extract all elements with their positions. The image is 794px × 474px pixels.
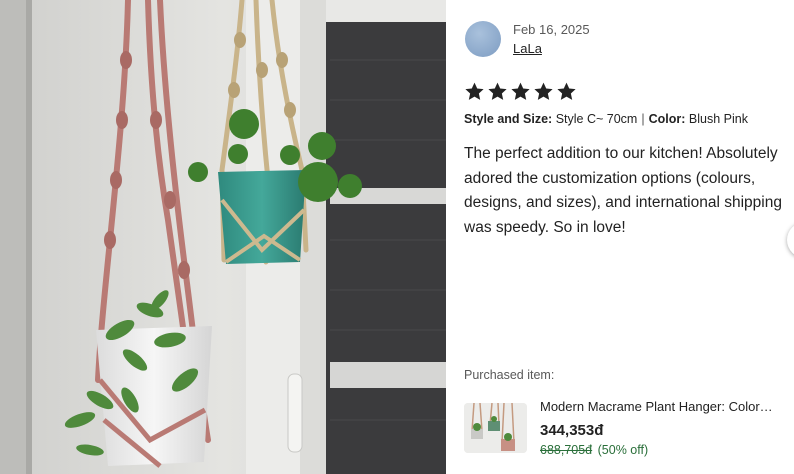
purchased-item-label: Purchased item: xyxy=(464,368,555,382)
review-photo[interactable] xyxy=(0,0,446,474)
reviewer-name-link[interactable]: LaLa xyxy=(513,41,542,56)
discount-badge: (50% off) xyxy=(597,443,649,457)
sale-price: 344,353đ xyxy=(540,422,604,439)
review-text: The perfect addition to our kitchen! Abs… xyxy=(464,145,782,236)
attribute-separator: | xyxy=(641,112,645,126)
review-date: Feb 16, 2025 xyxy=(513,22,590,37)
color-value: Blush Pink xyxy=(688,112,748,126)
star-icon xyxy=(534,82,553,100)
star-icon xyxy=(465,82,484,100)
star-rating xyxy=(464,81,577,102)
style-label: Style and Size: xyxy=(464,112,553,126)
star-icon xyxy=(511,82,530,100)
color-label: Color: xyxy=(648,112,686,126)
plant-hanger-thumbnail-icon xyxy=(464,403,527,453)
variation-attributes: Style and Size: Style C~ 70cm | Color: Blu… xyxy=(464,112,748,126)
star-icon xyxy=(488,82,507,100)
price-discount-row: 688,705đ (50% off) xyxy=(540,443,648,457)
style-value: Style C~ 70cm xyxy=(555,112,638,126)
avatar[interactable] xyxy=(465,21,501,57)
macrame-plant-hanger-photo xyxy=(0,0,446,474)
purchased-item-thumbnail[interactable] xyxy=(464,403,527,453)
original-price: 688,705đ xyxy=(540,443,593,457)
review-panel: Feb 16, 2025 LaLa Style and Size: Style … xyxy=(446,0,794,474)
purchased-item-title-link[interactable]: Modern Macrame Plant Hanger: Color… xyxy=(540,399,792,414)
star-icon xyxy=(557,82,576,100)
